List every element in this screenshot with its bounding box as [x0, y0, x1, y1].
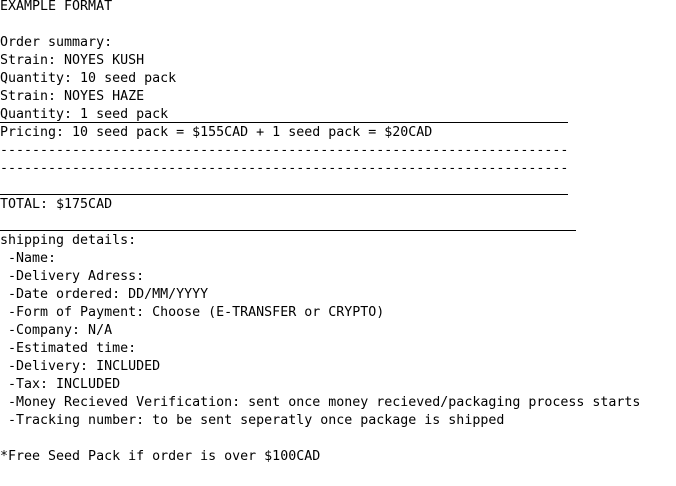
shipping-field-delivery: -Delivery: INCLUDED — [0, 359, 161, 374]
order-item-2-strain: Strain: NOYES HAZE — [0, 89, 145, 104]
pricing-line: Pricing: 10 seed pack = $155CAD + 1 seed… — [0, 125, 433, 140]
shipping-field-name: -Name: — [0, 251, 57, 266]
shipping-field-estimated-time: -Estimated time: — [0, 341, 137, 356]
shipping-field-tracking-number: -Tracking number: to be sent seperatly o… — [0, 413, 505, 428]
order-item-1-strain: Strain: NOYES KUSH — [0, 53, 145, 68]
shipping-field-tax: -Tax: INCLUDED — [0, 377, 121, 392]
order-summary-heading: Order summary: — [0, 35, 113, 50]
total-line: TOTAL: $175CAD — [0, 197, 113, 212]
shipping-field-company: -Company: N/A — [0, 323, 113, 338]
page-title: EXAMPLE FORMAT — [0, 0, 113, 14]
shipping-heading: shipping details: — [0, 233, 137, 248]
dashed-divider: ----------------------------------------… — [0, 143, 569, 158]
dashed-divider: ----------------------------------------… — [0, 161, 569, 176]
order-item-1-quantity: Quantity: 10 seed pack — [0, 71, 177, 86]
document: EXAMPLE FORMAT Order summary: Strain: NO… — [0, 0, 676, 466]
shipping-field-money-verification: -Money Recieved Verification: sent once … — [0, 395, 641, 410]
shipping-field-date-ordered: -Date ordered: DD/MM/YYYY — [0, 287, 209, 302]
shipping-field-form-of-payment: -Form of Payment: Choose (E-TRANSFER or … — [0, 305, 385, 320]
shipping-field-delivery-address: -Delivery Adress: — [0, 269, 145, 284]
footer-note: *Free Seed Pack if order is over $100CAD — [0, 449, 321, 464]
